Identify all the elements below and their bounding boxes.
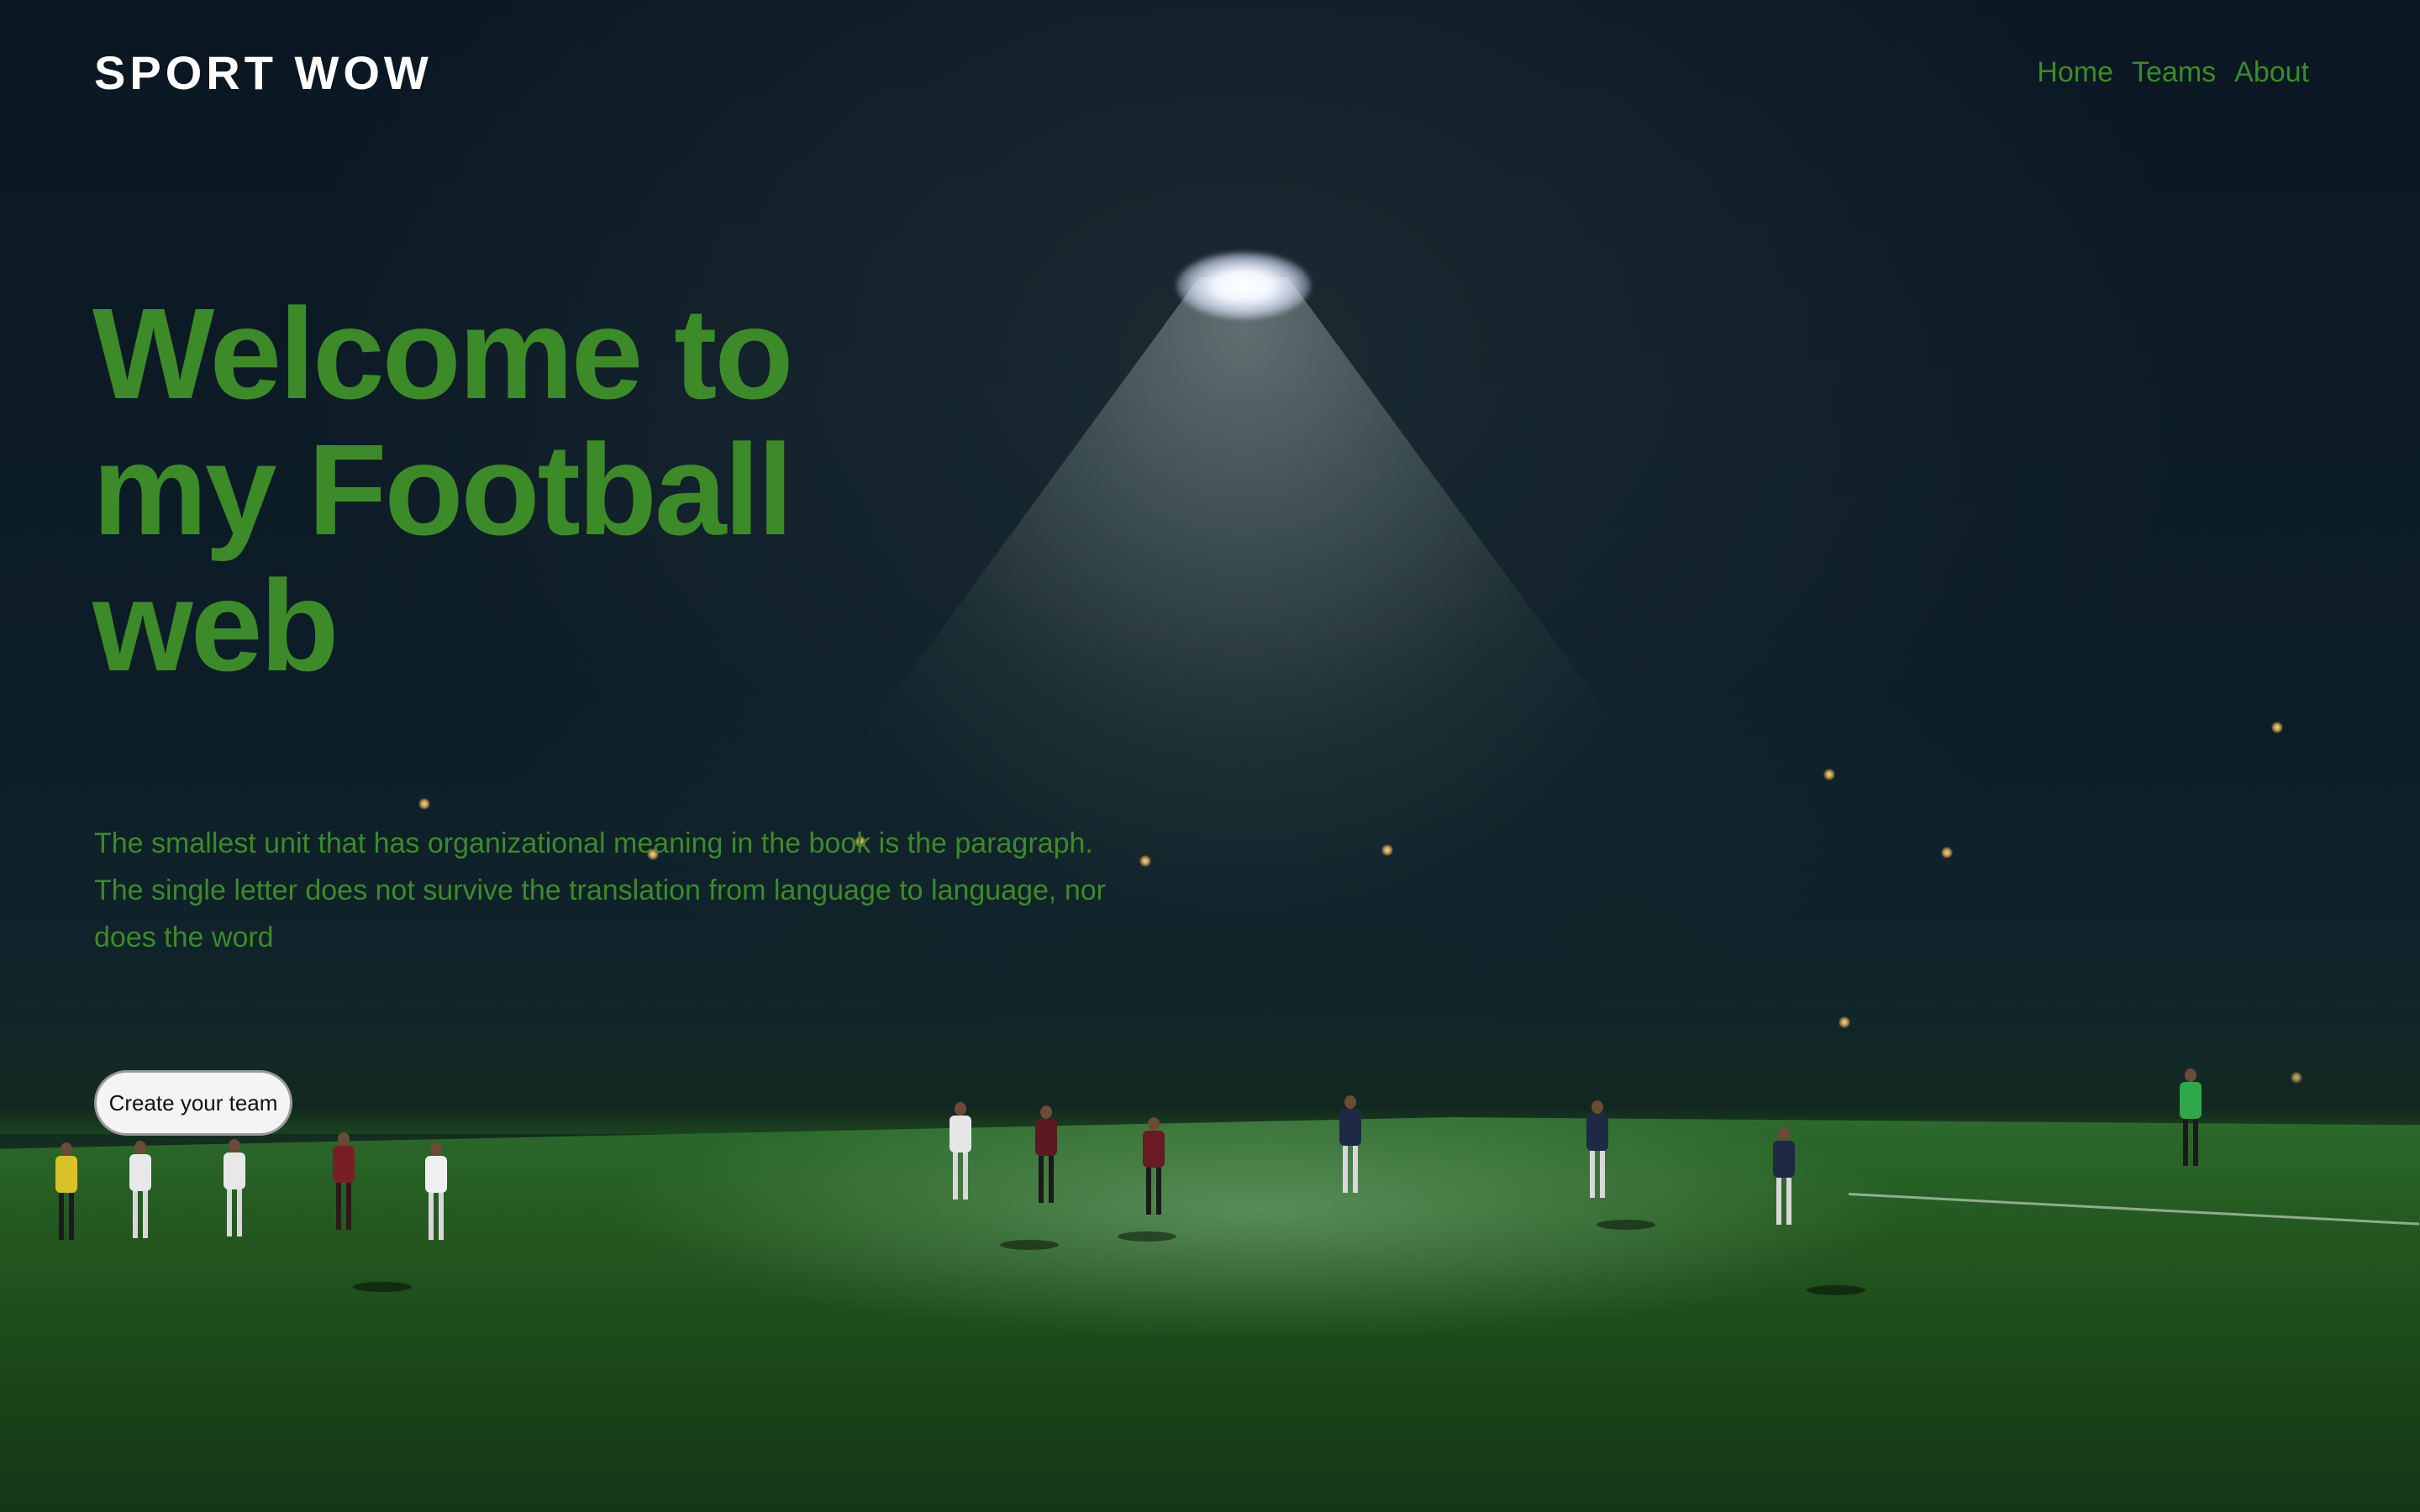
player-figure bbox=[224, 1139, 245, 1240]
player-figure bbox=[425, 1142, 447, 1243]
floodlight-lamp bbox=[1176, 252, 1311, 319]
player-figure bbox=[1339, 1095, 1361, 1196]
distant-light bbox=[2271, 722, 2283, 733]
player-figure bbox=[950, 1102, 971, 1203]
player-figure bbox=[1143, 1117, 1165, 1218]
nav-link-about[interactable]: About bbox=[2234, 56, 2309, 89]
nav-link-teams[interactable]: Teams bbox=[2132, 56, 2216, 89]
distant-light bbox=[1839, 1016, 1850, 1028]
football-pitch bbox=[0, 1117, 2420, 1512]
main-nav: Home Teams About bbox=[2037, 56, 2309, 89]
nav-link-home[interactable]: Home bbox=[2037, 56, 2113, 89]
player-figure bbox=[1773, 1127, 1795, 1228]
player-shadow bbox=[1118, 1231, 1176, 1242]
player-figure bbox=[55, 1142, 77, 1243]
distant-light bbox=[1139, 855, 1151, 867]
background-photo bbox=[0, 0, 2420, 1512]
create-team-button[interactable]: Create your team bbox=[94, 1070, 292, 1136]
player-shadow bbox=[353, 1282, 412, 1292]
player-shadow bbox=[1807, 1285, 1865, 1295]
player-figure bbox=[1586, 1100, 1608, 1201]
player-figure bbox=[333, 1132, 355, 1233]
distant-light bbox=[1381, 844, 1393, 856]
site-header: SPORT WOW Home Teams About bbox=[94, 45, 2309, 100]
player-shadow bbox=[1597, 1220, 1655, 1230]
hero-title: Welcome to my Football web bbox=[92, 281, 793, 698]
player-figure bbox=[2180, 1068, 2202, 1169]
landing-page: SPORT WOW Home Teams About Welcome to my… bbox=[0, 0, 2420, 1512]
site-logo[interactable]: SPORT WOW bbox=[94, 45, 433, 100]
distant-light bbox=[1823, 769, 1835, 780]
distant-light bbox=[418, 798, 430, 810]
player-figure bbox=[1035, 1105, 1057, 1206]
player-figure bbox=[129, 1141, 151, 1242]
distant-light bbox=[1941, 847, 1953, 858]
hero-description: The smallest unit that has organizationa… bbox=[94, 827, 1106, 953]
player-shadow bbox=[1000, 1240, 1059, 1250]
